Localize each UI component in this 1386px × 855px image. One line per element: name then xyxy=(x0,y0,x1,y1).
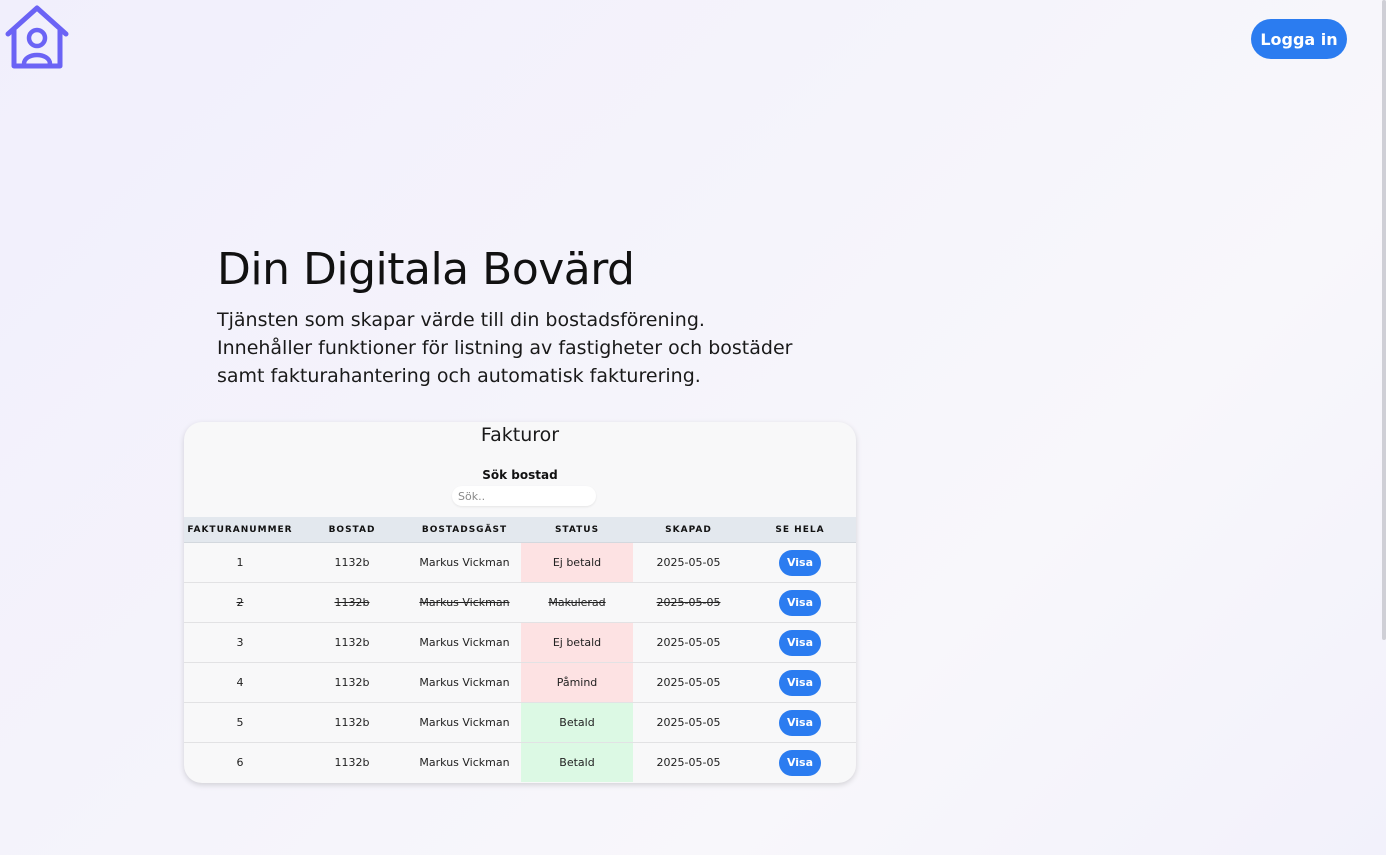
status-cell: Ej betald xyxy=(521,542,633,583)
column-header-fakturanummer: Fakturanummer xyxy=(184,517,296,543)
table-row: 1 1132b Markus Vickman Ej betald 2025-05… xyxy=(184,542,856,583)
table-row: 5 1132b Markus Vickman Betald 2025-05-05… xyxy=(184,702,856,743)
status-cell: Påmind xyxy=(521,662,633,703)
view-cell: Visa xyxy=(744,542,856,583)
view-invoice-button[interactable]: Visa xyxy=(779,749,821,776)
login-button[interactable]: Logga in xyxy=(1251,19,1347,59)
table-header-row: Fakturanummer Bostad Bostadsgäst Status … xyxy=(184,517,856,543)
table-row: 2 1132b Markus Vickman Makulerad 2025-05… xyxy=(184,582,856,623)
invoice-guest: Markus Vickman xyxy=(408,582,521,623)
hero-description: Tjänsten som skapar värde till din bosta… xyxy=(217,309,793,387)
table-row: 4 1132b Markus Vickman Påmind 2025-05-05… xyxy=(184,662,856,703)
invoice-created: 2025-05-05 xyxy=(656,756,721,769)
invoices-title: Fakturor xyxy=(480,424,560,446)
invoice-number: 3 xyxy=(184,622,296,663)
search-label: Sök bostad xyxy=(482,468,558,482)
view-invoice-button[interactable]: Visa xyxy=(779,709,821,736)
invoice-number: 2 xyxy=(184,582,296,623)
invoices-table: Fakturanummer Bostad Bostadsgäst Status … xyxy=(184,517,856,782)
invoice-number: 5 xyxy=(184,702,296,743)
scrollbar[interactable] xyxy=(1382,0,1386,640)
invoice-created: 2025-05-05 xyxy=(633,702,744,743)
hero-title: Din Digitala Bovärd xyxy=(217,244,635,295)
invoice-guest: Markus Vickman xyxy=(419,756,510,769)
table-row: 3 1132b Markus Vickman Ej betald 2025-05… xyxy=(184,622,856,663)
invoice-unit: 1132b xyxy=(296,622,408,663)
column-header-bostad: Bostad xyxy=(296,517,408,543)
invoice-unit: 1132b xyxy=(296,582,408,623)
status-cell: Betald xyxy=(521,702,633,743)
invoice-unit: 1132b xyxy=(296,702,408,743)
invoices-card: Fakturor Sök bostad Fakturanummer Bostad… xyxy=(184,422,856,783)
invoice-unit: 1132b xyxy=(296,662,408,703)
view-cell: Visa xyxy=(744,662,856,703)
column-header-se-hela: Se hela xyxy=(744,517,856,543)
view-invoice-button[interactable]: Visa xyxy=(779,669,821,696)
column-header-bostadsgast: Bostadsgäst xyxy=(408,517,521,543)
status-cell: Makulerad xyxy=(521,582,633,623)
view-cell: Visa xyxy=(744,622,856,663)
invoice-number: 1 xyxy=(184,542,296,583)
invoice-guest: Markus Vickman xyxy=(408,542,521,583)
invoice-created: 2025-05-05 xyxy=(633,662,744,703)
invoice-unit: 1132b xyxy=(334,756,370,769)
invoice-created: 2025-05-05 xyxy=(633,582,744,623)
table-row: 6 1132b Markus Vickman Betald 2025-05-05… xyxy=(184,742,856,783)
invoice-number: 6 xyxy=(236,756,244,769)
view-cell: Visa xyxy=(744,743,856,783)
view-cell: Visa xyxy=(744,582,856,623)
column-header-status: Status xyxy=(521,517,633,543)
view-invoice-button[interactable]: Visa xyxy=(779,589,821,616)
invoice-guest: Markus Vickman xyxy=(408,702,521,743)
search-input[interactable] xyxy=(452,486,596,506)
invoice-guest: Markus Vickman xyxy=(408,662,521,703)
status-cell: Betald xyxy=(521,742,633,782)
invoice-created: 2025-05-05 xyxy=(633,542,744,583)
column-header-skapad: Skapad xyxy=(633,517,744,543)
invoice-created: 2025-05-05 xyxy=(633,622,744,663)
view-cell: Visa xyxy=(744,702,856,743)
view-invoice-button[interactable]: Visa xyxy=(779,549,821,576)
invoice-guest: Markus Vickman xyxy=(408,622,521,663)
invoice-number: 4 xyxy=(184,662,296,703)
view-invoice-button[interactable]: Visa xyxy=(779,629,821,656)
invoice-unit: 1132b xyxy=(296,542,408,583)
house-user-icon[interactable] xyxy=(4,4,70,70)
status-cell: Ej betald xyxy=(521,622,633,663)
